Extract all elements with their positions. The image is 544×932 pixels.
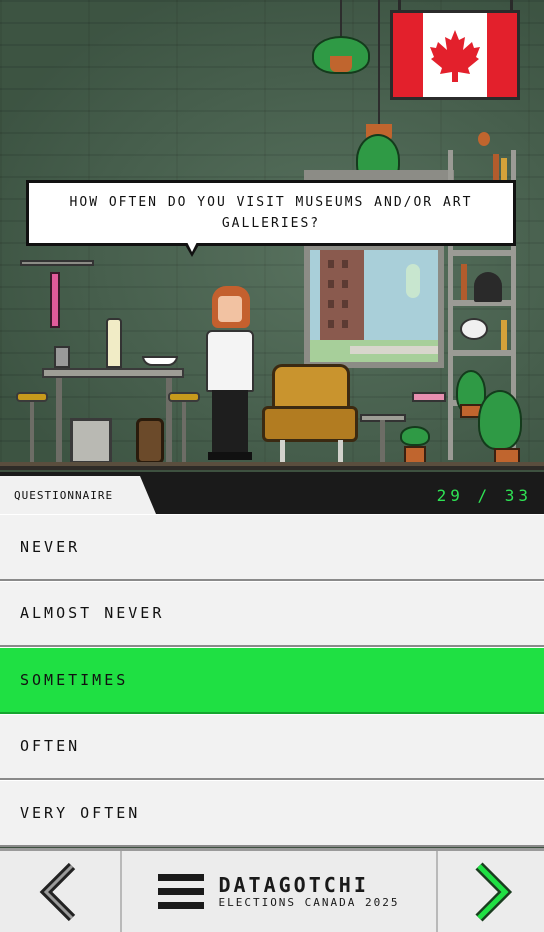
bar-stool (168, 392, 200, 402)
option-label: OFTEN (20, 737, 81, 756)
canada-flag-icon (390, 10, 520, 100)
brand-title: DATAGOTCHI (218, 873, 369, 897)
wall-rack (20, 260, 94, 266)
question-bubble: How often do you visit museums and/or ar… (26, 180, 516, 246)
potted-plant-icon (478, 390, 522, 450)
brand-subtitle: ELECTIONS CANADA 2025 (218, 896, 400, 909)
vase-icon (460, 318, 488, 340)
bar-table (42, 368, 184, 378)
option-label: SOMETIMES (20, 670, 129, 689)
option-never[interactable]: NEVER (0, 514, 544, 581)
bird-icon (478, 132, 490, 146)
option-label: NEVER (20, 537, 81, 556)
bag-icon (136, 418, 164, 464)
salad-bowl-icon (142, 356, 178, 366)
option-often[interactable]: OFTEN (0, 713, 544, 780)
option-label: ALMOST NEVER (20, 604, 165, 623)
hamburger-menu-icon (158, 873, 205, 909)
progress-counter: 29 / 33 (436, 485, 532, 505)
option-almost-never[interactable]: ALMOST NEVER (0, 580, 544, 647)
scarf-icon (50, 272, 60, 328)
window (304, 244, 444, 368)
option-label: VERY OFTEN (20, 803, 141, 822)
questionnaire-tab: QUESTIONNAIRE (0, 476, 156, 514)
cake-icon (412, 392, 446, 402)
potted-plant-icon (400, 426, 430, 446)
option-very-often[interactable]: VERY OFTEN (0, 780, 544, 847)
previous-button[interactable] (0, 851, 122, 932)
next-button[interactable] (436, 851, 544, 932)
character-avatar (202, 286, 258, 466)
answer-options: NEVER ALMOST NEVER SOMETIMES OFTEN VERY … (0, 514, 544, 847)
brand: DATAGOTCHI ELECTIONS CANADA 2025 (218, 874, 399, 909)
menu-button[interactable]: DATAGOTCHI ELECTIONS CANADA 2025 (122, 851, 436, 932)
question-text: How often do you visit museums and/or ar… (69, 195, 473, 231)
bottom-nav: DATAGOTCHI ELECTIONS CANADA 2025 (0, 848, 544, 932)
wine-bottle-icon (106, 318, 122, 368)
questionnaire-label: QUESTIONNAIRE (14, 488, 114, 502)
chevron-left-icon (39, 862, 76, 921)
trash-bin-icon (70, 418, 112, 464)
option-sometimes[interactable]: SOMETIMES (0, 647, 544, 714)
bar-stool (16, 392, 48, 402)
chevron-right-icon (475, 861, 513, 922)
mug-icon (54, 346, 70, 368)
phone-icon (474, 272, 502, 302)
